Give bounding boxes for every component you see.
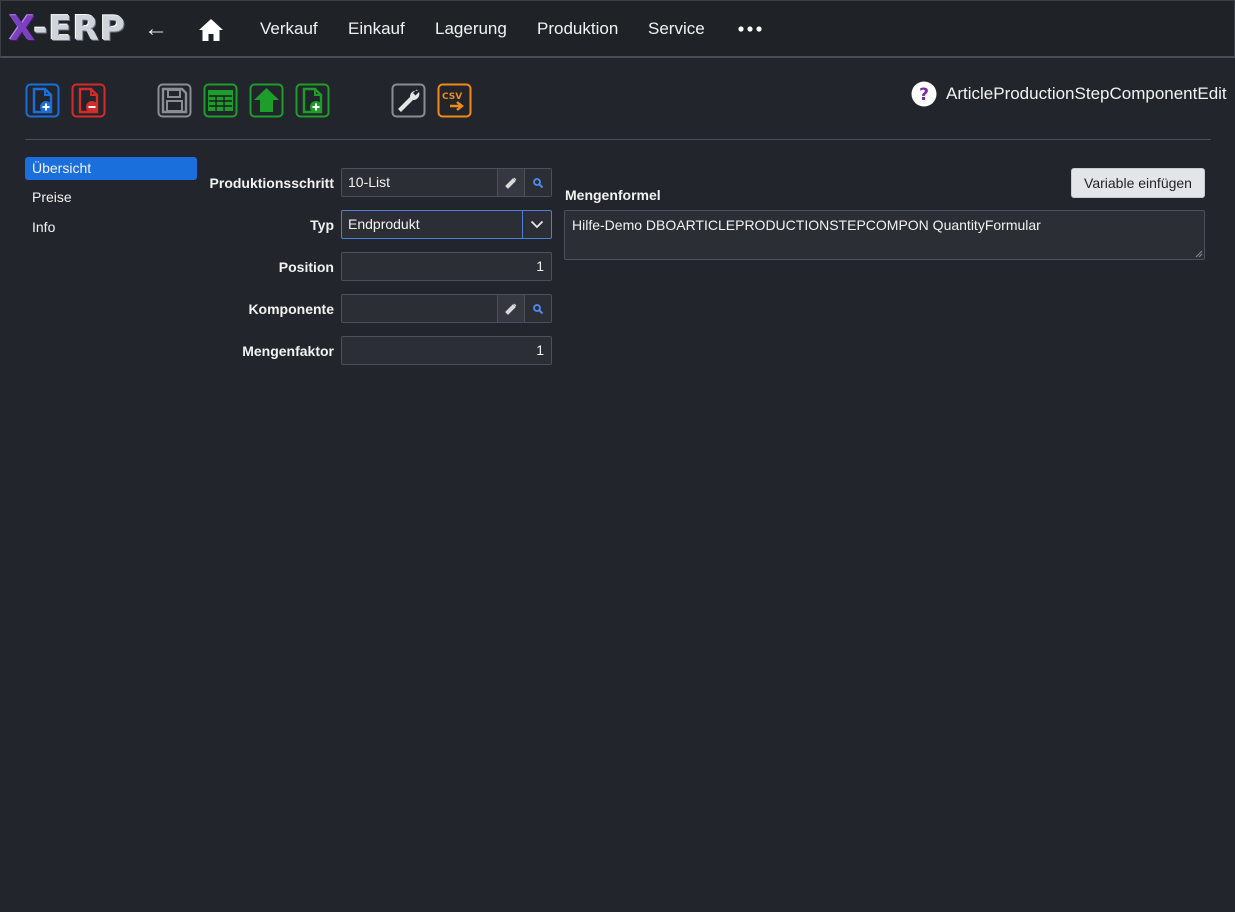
produktionsschritt-edit-button[interactable] xyxy=(497,169,524,196)
delete-document-icon[interactable] xyxy=(71,83,106,118)
komponente-edit-button[interactable] xyxy=(497,295,524,322)
typ-select[interactable]: Endprodukt xyxy=(341,210,552,239)
nav-item-produktion[interactable]: Produktion xyxy=(537,19,618,39)
pencil-icon xyxy=(505,177,517,189)
komponente-field[interactable] xyxy=(341,294,552,323)
pencil-icon xyxy=(505,303,517,315)
nav-item-einkauf[interactable]: Einkauf xyxy=(348,19,405,39)
form-title: ArticleProductionStepComponentEdit xyxy=(946,84,1227,103)
nav-item-verkauf[interactable]: Verkauf xyxy=(260,19,318,39)
nav-item-lagerung[interactable]: Lagerung xyxy=(435,19,507,39)
produktionsschritt-search-button[interactable] xyxy=(524,169,551,196)
back-arrow-icon[interactable]: ← xyxy=(144,15,168,43)
svg-text:CSV: CSV xyxy=(442,92,462,102)
top-navigation-bar: X-ERP ← Verkauf Einkauf Lagerung Produkt… xyxy=(0,0,1235,58)
svg-text:?: ? xyxy=(919,85,929,105)
help-icon[interactable]: ? xyxy=(911,81,937,107)
csv-export-icon[interactable]: CSV xyxy=(437,83,472,118)
produktionsschritt-label: Produktionsschritt xyxy=(209,175,334,191)
search-icon xyxy=(533,177,544,188)
move-up-icon[interactable] xyxy=(249,83,284,118)
mengenformel-label: Mengenformel xyxy=(565,187,661,203)
komponente-label: Komponente xyxy=(248,301,334,317)
table-view-icon[interactable] xyxy=(203,83,238,118)
position-input[interactable]: 1 xyxy=(341,252,552,281)
toolbar-divider xyxy=(25,139,1211,140)
more-menu-icon[interactable] xyxy=(737,25,763,33)
typ-dropdown-button[interactable] xyxy=(522,211,551,238)
search-icon xyxy=(533,303,544,314)
produktionsschritt-value: 10-List xyxy=(348,174,391,190)
nav-item-service[interactable]: Service xyxy=(648,19,705,39)
app-logo[interactable]: X-ERP xyxy=(9,9,126,49)
position-label: Position xyxy=(278,259,334,275)
variable-einfuegen-button[interactable]: Variable einfügen xyxy=(1071,168,1205,198)
mengenfaktor-label: Mengenfaktor xyxy=(242,343,334,359)
mengenfaktor-input[interactable]: 1 xyxy=(341,336,552,365)
produktionsschritt-field[interactable]: 10-List xyxy=(341,168,552,197)
home-icon[interactable] xyxy=(198,17,224,43)
copy-document-icon[interactable] xyxy=(295,83,330,118)
typ-label: Typ xyxy=(310,217,334,233)
sidebar-item-uebersicht[interactable]: Übersicht xyxy=(25,157,197,180)
sidebar-item-preise[interactable]: Preise xyxy=(25,186,197,209)
sidebar-item-info[interactable]: Info xyxy=(25,216,197,239)
save-icon[interactable] xyxy=(157,83,192,118)
komponente-search-button[interactable] xyxy=(524,295,551,322)
new-document-icon[interactable] xyxy=(25,83,60,118)
chevron-down-icon xyxy=(530,220,544,229)
wrench-icon[interactable] xyxy=(391,83,426,118)
mengenformel-textarea[interactable]: Hilfe-Demo DBOARTICLEPRODUCTIONSTEPCOMPO… xyxy=(564,210,1205,260)
resize-grip-icon[interactable] xyxy=(1195,250,1203,258)
typ-selected-value: Endprodukt xyxy=(348,216,420,232)
mengenformel-value: Hilfe-Demo DBOARTICLEPRODUCTIONSTEPCOMPO… xyxy=(572,217,1041,233)
